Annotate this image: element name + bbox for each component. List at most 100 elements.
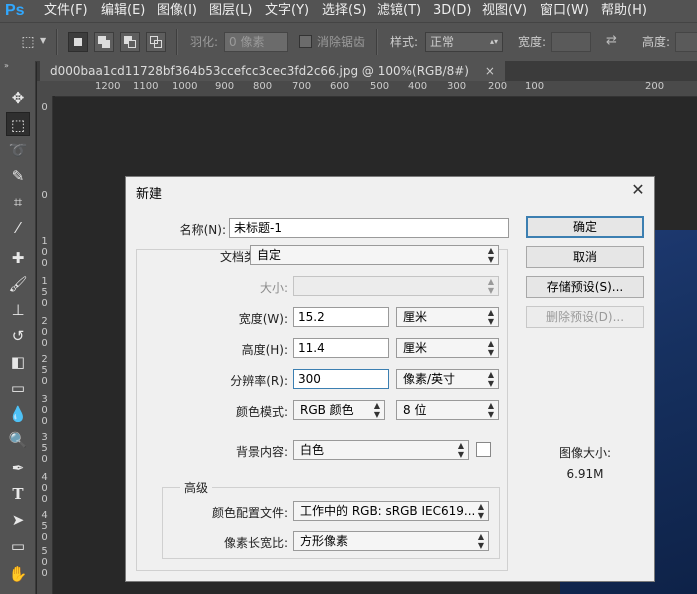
quick-selection-tool-icon[interactable]: ✎ — [6, 164, 30, 188]
height-input[interactable] — [675, 32, 697, 52]
ruler-tick: 1100 — [133, 81, 159, 92]
ruler-tick: 2 0 0 — [41, 316, 48, 349]
type-tool-icon[interactable]: T — [6, 482, 30, 506]
menu-help[interactable]: 帮助(H) — [601, 0, 647, 22]
blur-tool-icon[interactable]: 💧 — [6, 402, 30, 426]
bitdepth-select[interactable]: 8 位 ▲ ▼ — [396, 400, 499, 420]
gradient-tool-icon[interactable]: ▭ — [6, 376, 30, 400]
photoshop-logo: Ps — [5, 2, 25, 19]
menu-edit[interactable]: 编辑(E) — [101, 0, 145, 22]
intersect-selection-icon[interactable] — [146, 32, 166, 52]
chevron-updown-icon: ▲ ▼ — [487, 339, 494, 357]
marquee-tool-icon[interactable]: ⬚ — [6, 112, 30, 136]
crop-tool-icon[interactable]: ⌗ — [6, 190, 30, 214]
history-brush-tool-icon[interactable]: ↺ — [6, 324, 30, 348]
resolution-input[interactable]: 300 — [293, 369, 389, 389]
chevron-updown-icon: ▲ ▼ — [477, 502, 484, 520]
marquee-preset-icon[interactable]: ⬚ — [18, 32, 38, 52]
background-select[interactable]: 白色 ▲ ▼ — [293, 440, 469, 460]
resolution-unit-select[interactable]: 像素/英寸 ▲ ▼ — [396, 369, 499, 389]
ruler-tick: 4 0 0 — [41, 472, 48, 505]
divider — [56, 29, 58, 55]
height-input[interactable]: 11.4 — [293, 338, 389, 358]
chevron-down-icon[interactable]: ▼ — [40, 36, 46, 45]
style-label: 样式: — [390, 35, 419, 49]
doctype-value: 自定 — [257, 248, 282, 262]
clone-stamp-tool-icon[interactable]: ⊥ — [6, 298, 30, 322]
color-profile-select[interactable]: 工作中的 RGB: sRGB IEC619... ▲ ▼ — [293, 501, 489, 521]
ruler-tick: 900 — [215, 81, 235, 92]
ok-button[interactable]: 确定 — [526, 216, 644, 238]
hand-tool-icon[interactable]: ✋ — [6, 562, 30, 586]
menu-image[interactable]: 图像(I) — [157, 0, 197, 22]
colormode-select[interactable]: RGB 颜色 ▲ ▼ — [293, 400, 385, 420]
pen-tool-icon[interactable]: ✒ — [6, 456, 30, 480]
ruler-origin[interactable] — [37, 81, 55, 96]
width-input[interactable] — [551, 32, 591, 52]
menu-type[interactable]: 文字(Y) — [265, 0, 309, 22]
image-size-value: 6.91M — [566, 467, 604, 481]
chevron-updown-icon: ▲ ▼ — [487, 308, 494, 326]
width-unit-select[interactable]: 厘米 ▲ ▼ — [396, 307, 499, 327]
close-tab-icon[interactable]: × — [485, 64, 495, 78]
rectangle-tool-icon[interactable]: ▭ — [6, 534, 30, 558]
ruler-tick: 5 0 0 — [41, 546, 48, 579]
brush-tool-icon[interactable]: 🖌 — [6, 272, 30, 296]
delete-preset-button: 删除预设(D)... — [526, 306, 644, 328]
antialias-label: 消除锯齿 — [317, 35, 366, 49]
new-document-dialog: 新建 ✕ 名称(N): 未标题-1 文档类型: 自定 ▲ ▼ 大小: ▲ ▼ 宽度(… — [125, 176, 655, 582]
style-select[interactable]: 正常 ▴▾ — [425, 32, 503, 52]
menu-filter[interactable]: 滤镜(T) — [377, 0, 421, 22]
menu-file[interactable]: 文件(F) — [44, 0, 88, 22]
feather-label: 羽化: — [190, 35, 219, 49]
background-color-swatch[interactable] — [476, 442, 491, 457]
lasso-tool-icon[interactable]: ➰ — [6, 138, 30, 162]
height-unit-select[interactable]: 厘米 ▲ ▼ — [396, 338, 499, 358]
subtract-from-selection-icon[interactable] — [120, 32, 140, 52]
panel-collapse-icon[interactable]: » — [4, 61, 9, 70]
eraser-tool-icon[interactable]: ◧ — [6, 350, 30, 374]
menu-3d[interactable]: 3D(D) — [433, 0, 471, 22]
advanced-label: 高级 — [180, 479, 213, 496]
pixel-aspect-select[interactable]: 方形像素 ▲ ▼ — [293, 531, 489, 551]
vertical-ruler[interactable]: 0 0 1 0 0 1 5 0 2 0 0 2 5 0 3 0 0 3 5 0 … — [37, 96, 53, 594]
pixel-aspect-label: 像素长宽比: — [223, 536, 288, 550]
save-preset-button[interactable]: 存储预设(S)... — [526, 276, 644, 298]
width-input[interactable]: 15.2 — [293, 307, 389, 327]
colormode-value: RGB 颜色 — [300, 403, 354, 417]
ruler-tick: 1000 — [172, 81, 198, 92]
menu-layer[interactable]: 图层(L) — [209, 0, 252, 22]
name-label: 名称(N): — [179, 223, 226, 237]
feather-input[interactable]: 0 像素 — [224, 32, 288, 52]
width-label: 宽度(W): — [238, 312, 288, 326]
background-value: 白色 — [300, 443, 325, 457]
doctype-select[interactable]: 自定 ▲ ▼ — [250, 245, 499, 265]
move-tool-icon[interactable]: ✥ — [6, 86, 30, 110]
name-input[interactable]: 未标题-1 — [229, 218, 509, 238]
path-selection-tool-icon[interactable]: ➤ — [6, 508, 30, 532]
document-tab[interactable]: d000baa1cd11728bf364b53ccefcc3cec3fd2c66… — [40, 61, 505, 81]
width-label: 宽度: — [518, 35, 547, 49]
healing-brush-tool-icon[interactable]: ✚ — [6, 246, 30, 270]
color-profile-value: 工作中的 RGB: sRGB IEC619... — [300, 504, 476, 518]
menu-view[interactable]: 视图(V) — [482, 0, 527, 22]
image-size-label: 图像大小: — [558, 446, 612, 460]
ruler-tick: 400 — [408, 81, 428, 92]
dodge-tool-icon[interactable]: 🔍 — [6, 428, 30, 452]
chevron-updown-icon: ▲ ▼ — [487, 277, 494, 295]
menu-select[interactable]: 选择(S) — [322, 0, 366, 22]
chevron-updown-icon: ▲ ▼ — [487, 401, 494, 419]
new-selection-icon[interactable] — [68, 32, 88, 52]
menu-window[interactable]: 窗口(W) — [540, 0, 589, 22]
divider — [176, 29, 178, 55]
height-label: 高度(H): — [241, 343, 288, 357]
add-to-selection-icon[interactable] — [94, 32, 114, 52]
cancel-button[interactable]: 取消 — [526, 246, 644, 268]
swap-dimensions-icon[interactable]: ⇄ — [606, 33, 617, 48]
eyedropper-tool-icon[interactable]: ⁄ — [6, 216, 30, 240]
antialias-checkbox[interactable] — [299, 35, 312, 48]
horizontal-ruler[interactable]: 1200 1100 1000 900 800 700 600 500 400 3… — [55, 81, 697, 97]
close-icon[interactable]: ✕ — [628, 179, 648, 201]
ruler-tick: 200 — [645, 81, 665, 92]
resolution-label: 分辨率(R): — [230, 374, 288, 388]
